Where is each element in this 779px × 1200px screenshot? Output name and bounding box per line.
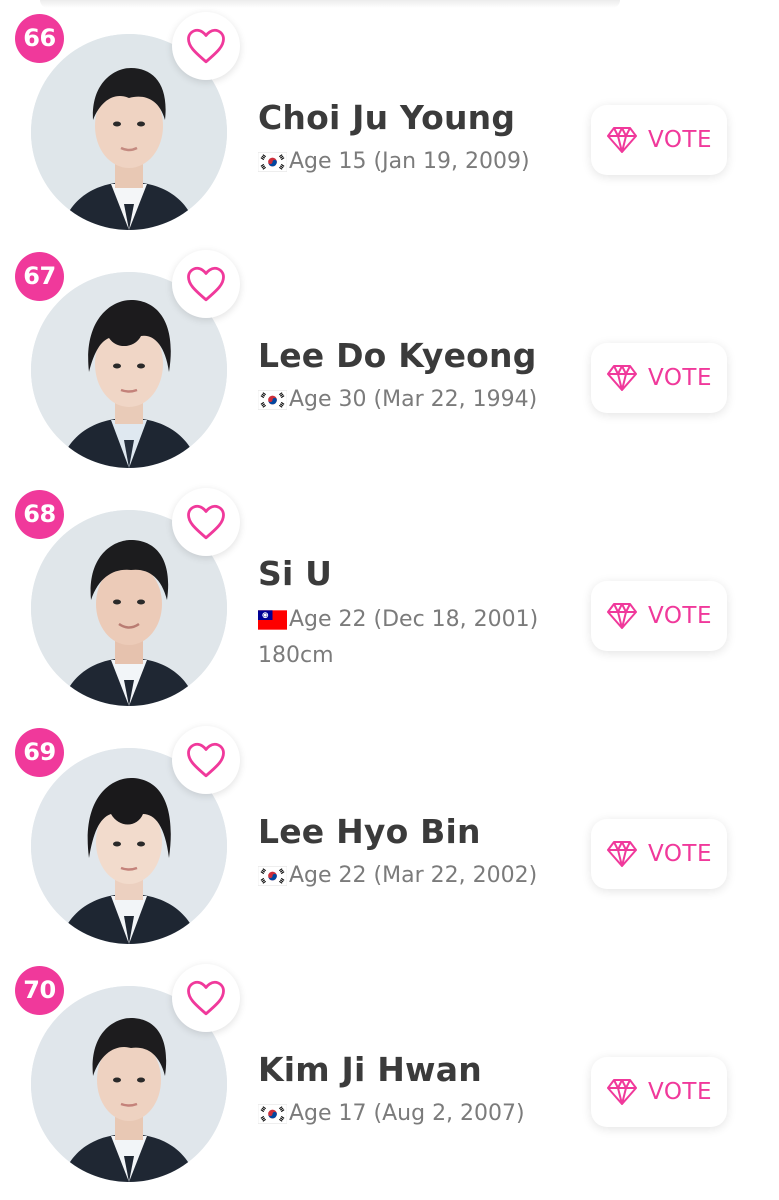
- vote-label: VOTE: [647, 1079, 712, 1105]
- candidate-name: Kim Ji Hwan: [258, 1050, 482, 1089]
- candidate-name: Choi Ju Young: [258, 98, 516, 137]
- diamond-icon: [606, 603, 637, 629]
- age-line: Age 22 (Mar 22, 2002): [258, 863, 537, 888]
- korea-flag-icon: [258, 389, 287, 410]
- rank-badge: 66: [15, 14, 64, 63]
- heart-icon: [187, 504, 225, 540]
- favorite-button[interactable]: [172, 250, 240, 318]
- age-line: Age 30 (Mar 22, 1994): [258, 387, 537, 412]
- heart-icon: [187, 28, 225, 64]
- rank-badge: 67: [15, 252, 64, 301]
- rank-badge: 69: [15, 728, 64, 777]
- candidate-name: Si U: [258, 554, 333, 593]
- favorite-button[interactable]: [172, 488, 240, 556]
- favorite-button[interactable]: [172, 964, 240, 1032]
- vote-button[interactable]: VOTE: [591, 105, 727, 175]
- candidate-row[interactable]: 69 Lee Hyo Bin Age 22 (Mar 22, 2002) VOT…: [0, 714, 779, 944]
- favorite-button[interactable]: [172, 12, 240, 80]
- candidate-name: Lee Do Kyeong: [258, 336, 537, 375]
- age-text: Age 30 (Mar 22, 1994): [289, 387, 538, 412]
- age-line: Age 22 (Dec 18, 2001): [258, 607, 538, 632]
- diamond-icon: [606, 127, 637, 153]
- candidate-row[interactable]: 70 Kim Ji Hwan Age 17 (Aug 2, 2007) VOTE: [0, 952, 779, 1182]
- heart-icon: [187, 742, 225, 778]
- age-line: Age 17 (Aug 2, 2007): [258, 1101, 525, 1126]
- korea-flag-icon: [258, 1103, 287, 1124]
- vote-button[interactable]: VOTE: [591, 581, 727, 651]
- heart-icon: [187, 980, 225, 1016]
- height-text: 180cm: [258, 643, 334, 668]
- vote-label: VOTE: [647, 603, 712, 629]
- vote-label: VOTE: [647, 841, 712, 867]
- korea-flag-icon: [258, 151, 287, 172]
- candidate-row[interactable]: 66 Choi Ju Young Age 15 (Jan 19, 2009) V…: [0, 0, 779, 230]
- heart-icon: [187, 266, 225, 302]
- age-text: Age 15 (Jan 19, 2009): [289, 149, 530, 174]
- candidate-row[interactable]: 68 Si U Age 22 (Dec 18, 2001) 180cm VOTE: [0, 476, 779, 706]
- taiwan-flag-icon: [258, 609, 287, 630]
- rank-badge: 70: [15, 966, 64, 1015]
- diamond-icon: [606, 365, 637, 391]
- vote-label: VOTE: [647, 365, 712, 391]
- korea-flag-icon: [258, 865, 287, 886]
- vote-label: VOTE: [647, 127, 712, 153]
- diamond-icon: [606, 1079, 637, 1105]
- vote-button[interactable]: VOTE: [591, 1057, 727, 1127]
- age-line: Age 15 (Jan 19, 2009): [258, 149, 530, 174]
- age-text: Age 22 (Dec 18, 2001): [289, 607, 539, 632]
- vote-button[interactable]: VOTE: [591, 343, 727, 413]
- vote-button[interactable]: VOTE: [591, 819, 727, 889]
- age-text: Age 22 (Mar 22, 2002): [289, 863, 538, 888]
- candidate-name: Lee Hyo Bin: [258, 812, 481, 851]
- diamond-icon: [606, 841, 637, 867]
- rank-badge: 68: [15, 490, 64, 539]
- favorite-button[interactable]: [172, 726, 240, 794]
- candidate-row[interactable]: 67 Lee Do Kyeong Age 30 (Mar 22, 1994) V…: [0, 238, 779, 468]
- age-text: Age 17 (Aug 2, 2007): [289, 1101, 525, 1126]
